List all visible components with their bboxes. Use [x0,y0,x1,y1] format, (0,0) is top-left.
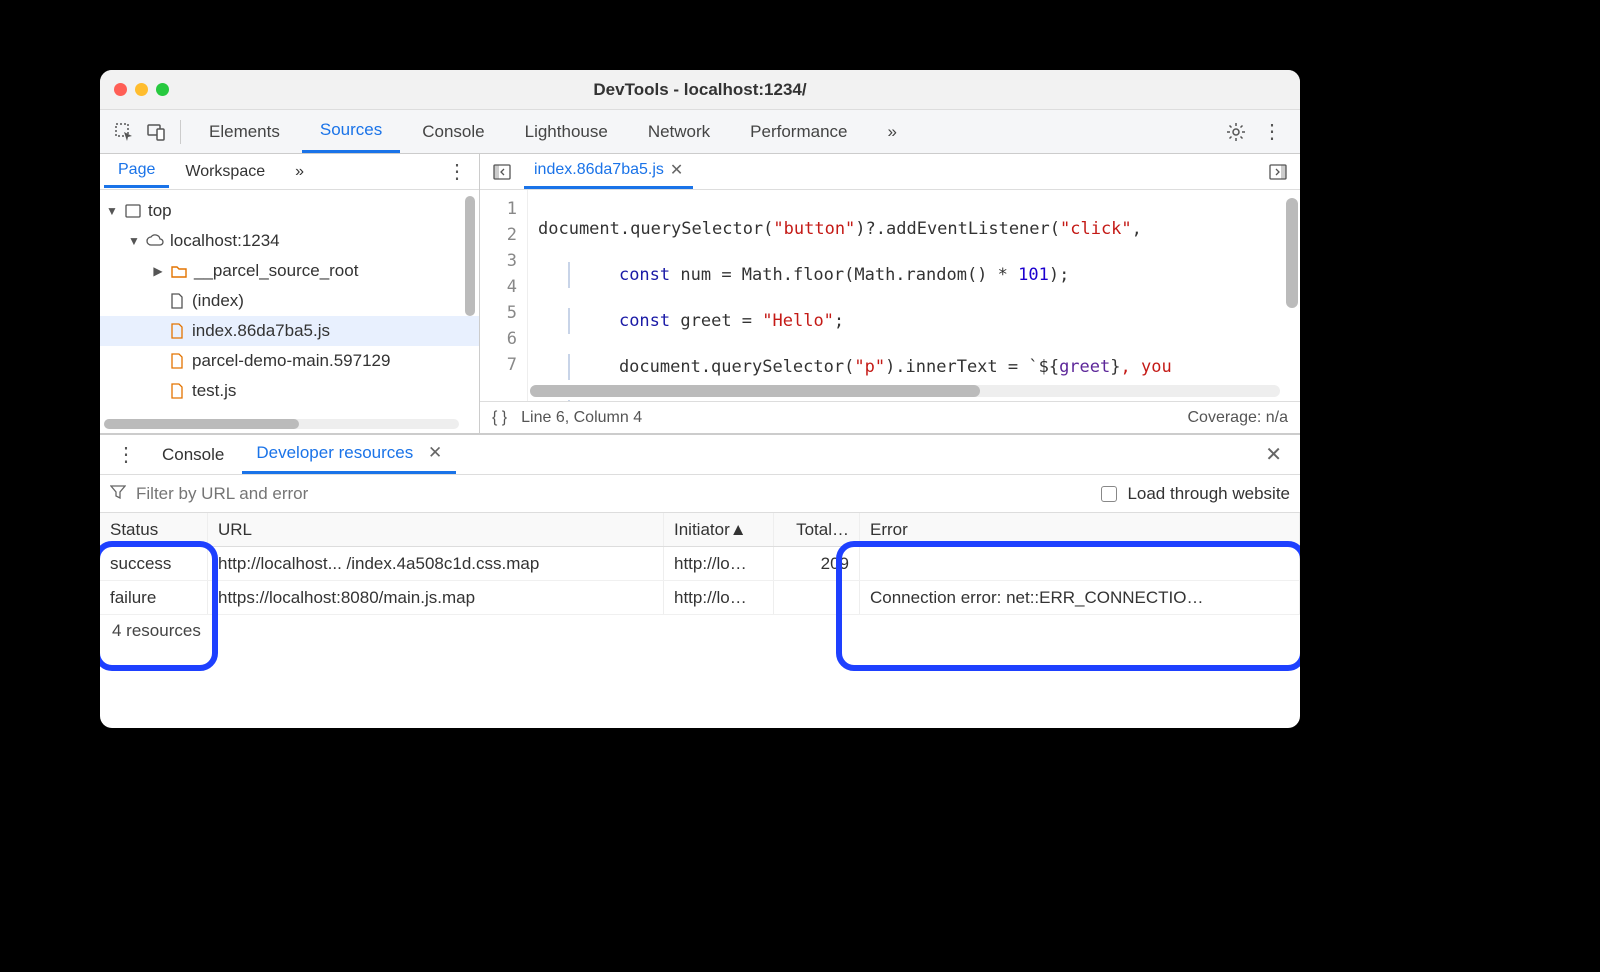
subtabs-overflow[interactable]: » [281,157,318,187]
cell-total: 209 [774,547,860,580]
col-error[interactable]: Error [860,513,1300,546]
cursor-position: Line 6, Column 4 [521,409,642,427]
folder-icon [170,262,188,280]
main-tabbar: Elements Sources Console Lighthouse Netw… [100,110,1300,154]
drawer-tab-console[interactable]: Console [148,437,238,473]
navigator-panel: Page Workspace » ⋮ ▼ top ▼ localhost:123… [100,154,480,433]
col-status[interactable]: Status [100,513,208,546]
cell-initiator: http://lo… [664,547,774,580]
frame-icon [124,202,142,220]
editor-panel: index.86da7ba5.js ✕ 1234567 document.que… [480,154,1300,433]
cell-error [860,547,1300,580]
tree-file-indexjs[interactable]: index.86da7ba5.js [100,316,479,346]
kebab-menu-icon[interactable]: ⋮ [1254,119,1290,144]
col-url[interactable]: URL [208,513,664,546]
resources-footer: 4 resources [100,615,1300,647]
subtab-workspace[interactable]: Workspace [171,157,279,187]
minimize-window-button[interactable] [135,83,148,96]
tab-sources[interactable]: Sources [302,110,400,153]
resources-table: Status URL Initiator▲ Total… Error succe… [100,513,1300,615]
tree-host-label: localhost:1234 [170,231,280,251]
filter-row: Load through website [100,475,1300,513]
drawer: ⋮ Console Developer resources ✕ ✕ Load t… [100,434,1300,728]
file-icon [168,352,186,370]
cell-url: http://localhost... /index.4a508c1d.css.… [208,547,664,580]
file-label: parcel-demo-main.597129 [192,351,390,371]
tabs-overflow[interactable]: » [870,112,915,152]
line-gutter: 1234567 [480,190,528,401]
tab-console[interactable]: Console [404,112,502,152]
load-through-checkbox[interactable] [1101,486,1117,502]
navigator-tabs: Page Workspace » ⋮ [100,154,479,190]
window-controls [100,83,169,96]
devtools-window: DevTools - localhost:1234/ Elements Sour… [100,70,1300,728]
table-row[interactable]: failure https://localhost:8080/main.js.m… [100,581,1300,615]
inspect-icon[interactable] [110,118,138,146]
code-scrollbar-vertical[interactable] [1286,198,1298,308]
file-icon [168,382,186,400]
navigator-menu-icon[interactable]: ⋮ [439,159,475,184]
table-header: Status URL Initiator▲ Total… Error [100,513,1300,547]
close-drawer-tab-icon[interactable]: ✕ [428,443,442,462]
tree-folder-label: __parcel_source_root [194,261,358,281]
table-row[interactable]: success http://localhost... /index.4a508… [100,547,1300,581]
coverage-label: Coverage: n/a [1187,409,1288,427]
editor-status: { } Line 6, Column 4 Coverage: n/a [480,401,1300,433]
file-label: (index) [192,291,244,311]
tree-scrollbar-horizontal[interactable] [104,419,459,429]
drawer-tabs: ⋮ Console Developer resources ✕ ✕ [100,435,1300,475]
editor-tabs: index.86da7ba5.js ✕ [480,154,1300,190]
cell-initiator: http://lo… [664,581,774,614]
code-scrollbar-horizontal[interactable] [530,385,1280,397]
tab-elements[interactable]: Elements [191,112,298,152]
tree-scrollbar-vertical[interactable] [465,196,475,316]
window-title: DevTools - localhost:1234/ [100,80,1300,100]
tab-lighthouse[interactable]: Lighthouse [507,112,626,152]
load-through-label: Load through website [1127,484,1290,504]
cell-status: failure [100,581,208,614]
close-tab-icon[interactable]: ✕ [670,160,683,180]
code-content[interactable]: document.querySelector("button")?.addEve… [528,190,1300,401]
code-editor[interactable]: 1234567 document.querySelector("button")… [480,190,1300,401]
cell-status: success [100,547,208,580]
filter-icon [110,484,126,504]
file-icon [168,322,186,340]
tab-performance[interactable]: Performance [732,112,865,152]
cell-error: Connection error: net::ERR_CONNECTIO… [860,581,1300,614]
maximize-window-button[interactable] [156,83,169,96]
tree-folder[interactable]: ▶ __parcel_source_root [100,256,479,286]
cell-url: https://localhost:8080/main.js.map [208,581,664,614]
tree-top-label: top [148,201,172,221]
file-tree: ▼ top ▼ localhost:1234 ▶ __parcel_source… [100,190,479,433]
editor-tab-label: index.86da7ba5.js [534,161,664,179]
divider [180,120,181,144]
tab-network[interactable]: Network [630,112,728,152]
drawer-tab-devresources[interactable]: Developer resources ✕ [242,435,456,474]
toggle-navigator-icon[interactable] [488,158,516,186]
toggle-debugger-icon[interactable] [1264,158,1292,186]
sources-main: Page Workspace » ⋮ ▼ top ▼ localhost:123… [100,154,1300,434]
cloud-icon [146,232,164,250]
file-icon [168,292,186,310]
col-total[interactable]: Total… [774,513,860,546]
editor-file-tab[interactable]: index.86da7ba5.js ✕ [524,154,693,189]
tree-file-testjs[interactable]: test.js [100,376,479,406]
col-initiator[interactable]: Initiator▲ [664,513,774,546]
drawer-menu-icon[interactable]: ⋮ [108,442,144,467]
tree-host[interactable]: ▼ localhost:1234 [100,226,479,256]
pretty-print-icon[interactable]: { } [492,409,507,427]
titlebar: DevTools - localhost:1234/ [100,70,1300,110]
cell-total [774,581,860,614]
device-toggle-icon[interactable] [142,118,170,146]
file-label: index.86da7ba5.js [192,321,330,341]
filter-input[interactable] [136,484,1091,504]
settings-icon[interactable] [1222,118,1250,146]
file-label: test.js [192,381,236,401]
tree-file-parceldemo[interactable]: parcel-demo-main.597129 [100,346,479,376]
drawer-close-icon[interactable]: ✕ [1255,442,1292,467]
tree-top[interactable]: ▼ top [100,196,479,226]
close-window-button[interactable] [114,83,127,96]
subtab-page[interactable]: Page [104,155,169,188]
tree-file-index[interactable]: (index) [100,286,479,316]
